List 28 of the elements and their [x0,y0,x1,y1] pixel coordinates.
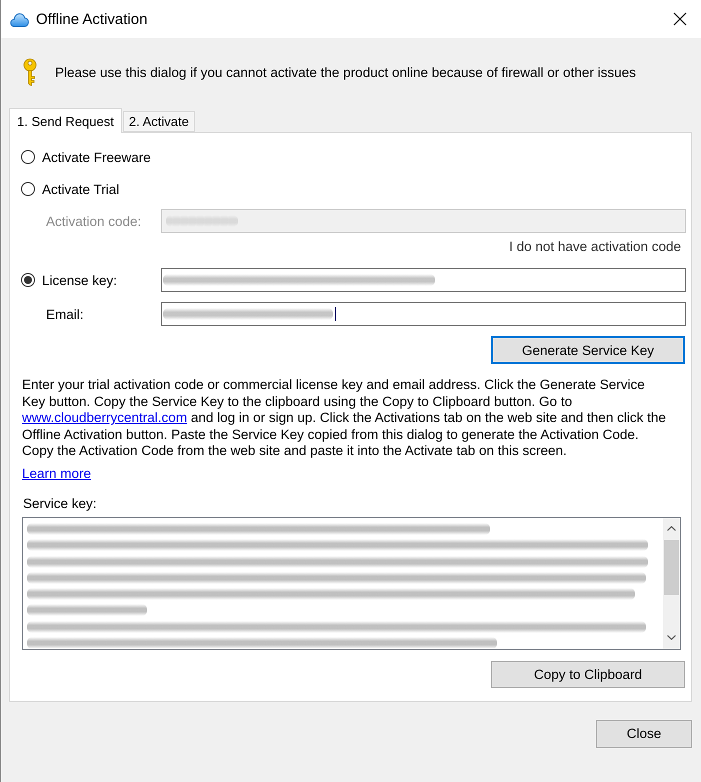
learn-more-link[interactable]: Learn more [22,466,92,482]
radio-option[interactable]: License key: [21,271,118,289]
notice-text: Please use this dialog if you cannot activate the product online because of firewall or other issues [55,64,636,80]
window-title: Offline Activation [36,10,148,28]
website-link[interactable]: www.cloudberrycentral.com [22,410,188,426]
key-icon [22,58,38,86]
field-label: Email: [46,306,84,322]
text-field[interactable] [161,268,686,292]
radio-icon[interactable] [21,150,35,164]
close-button[interactable]: Close [596,720,692,748]
radio-icon[interactable] [21,273,35,287]
radio-option[interactable]: Activate Trial [21,180,120,198]
chevron-up-icon[interactable] [667,526,676,531]
text-field[interactable] [161,302,686,326]
instructions-text: Enter your trial activation code or commercial license key and email address. Click the Generate Service Key button. Copy the Service Key to the clipboard using the Copy to Clipboard button. Go to www.cloudberrycentral.com and log in or sign up. Click the Activations tab on the web site and then click the Offline Activation button. Paste the Service Key copied from this dialog to generate the Activation Code. Copy the Activation Code from the web site and paste it into the Activate tab on this screen. [22,377,667,460]
scrollbar[interactable] [663,518,680,649]
chevron-down-icon[interactable] [667,634,676,640]
close-icon[interactable] [673,12,687,26]
field-label: Activation code: [46,214,142,228]
copy-button[interactable]: Copy to Clipboard [491,660,685,688]
scrollbar-thumb[interactable] [664,540,679,595]
tab[interactable]: 2. Activate [122,111,195,132]
tab[interactable]: 1. Send Request [9,108,122,133]
hint-text: I do not have activation code [509,239,681,255]
radio-icon[interactable] [21,182,35,196]
field-label: Service key: [23,496,97,512]
generate-button[interactable]: Generate Service Key [491,336,685,364]
radio-option[interactable]: Activate Freeware [21,148,151,166]
